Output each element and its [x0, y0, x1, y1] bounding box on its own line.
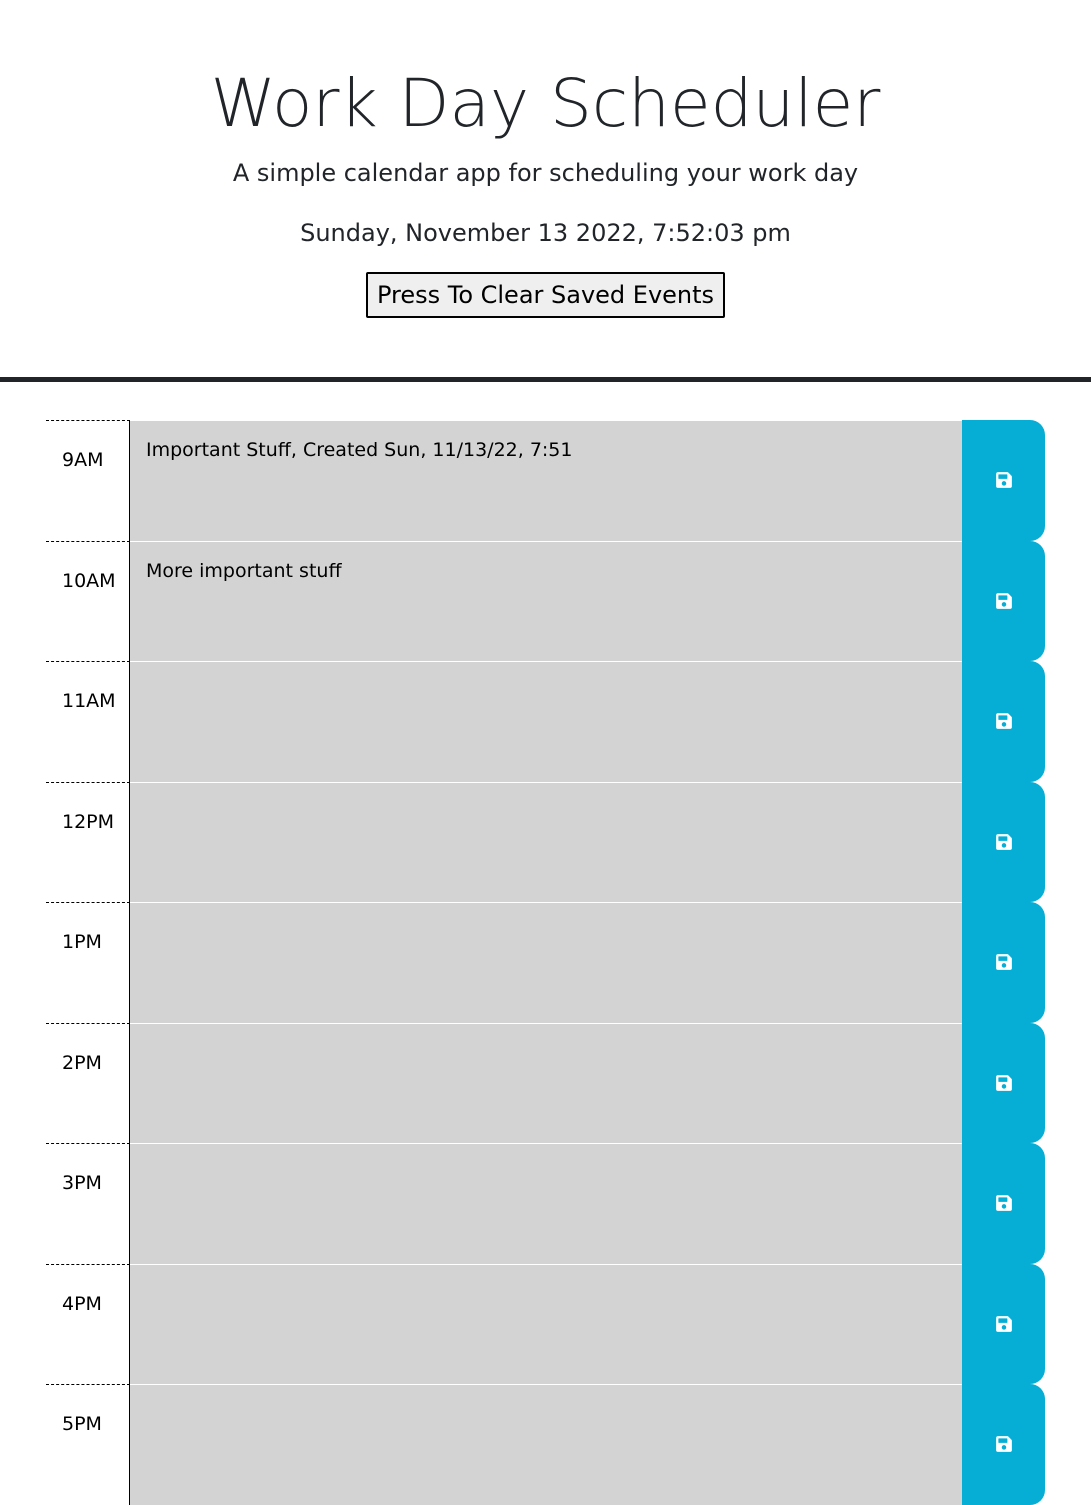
event-input[interactable]: [130, 1263, 962, 1384]
time-block: 2PM: [46, 1022, 1045, 1143]
hour-label: 2PM: [46, 1022, 130, 1143]
hour-label: 11AM: [46, 661, 130, 782]
floppy-disk-icon: [995, 1194, 1013, 1212]
save-button[interactable]: [962, 540, 1045, 661]
event-input[interactable]: [130, 661, 962, 782]
hour-label: 12PM: [46, 781, 130, 902]
current-day: Sunday, November 13 2022, 7:52:03 pm: [300, 219, 791, 247]
floppy-disk-icon: [995, 1315, 1013, 1333]
hour-label: 5PM: [46, 1384, 130, 1505]
time-block: 10AM More important stuff: [46, 540, 1045, 661]
floppy-disk-icon: [995, 471, 1013, 489]
page-title: Work Day Scheduler: [210, 65, 881, 142]
event-input[interactable]: [130, 902, 962, 1023]
hour-label: 10AM: [46, 540, 130, 661]
floppy-disk-icon: [995, 712, 1013, 730]
event-input[interactable]: [130, 1022, 962, 1143]
event-input[interactable]: [130, 1143, 962, 1264]
floppy-disk-icon: [995, 592, 1013, 610]
time-block: 5PM: [46, 1384, 1045, 1505]
clear-events-button[interactable]: Press To Clear Saved Events: [365, 272, 726, 318]
time-block: 11AM: [46, 661, 1045, 782]
save-button[interactable]: [962, 902, 1045, 1023]
event-input[interactable]: [130, 1384, 962, 1505]
time-block: 4PM: [46, 1263, 1045, 1384]
header: Work Day Scheduler A simple calendar app…: [0, 0, 1091, 382]
time-block: 1PM: [46, 902, 1045, 1023]
hour-label: 4PM: [46, 1263, 130, 1384]
hour-label: 9AM: [46, 420, 130, 541]
floppy-disk-icon: [995, 953, 1013, 971]
time-block: 3PM: [46, 1143, 1045, 1264]
schedule-container: 9AM Important Stuff, Created Sun, 11/13/…: [46, 420, 1045, 1505]
save-button[interactable]: [962, 1263, 1045, 1384]
floppy-disk-icon: [995, 1074, 1013, 1092]
time-block: 9AM Important Stuff, Created Sun, 11/13/…: [46, 420, 1045, 541]
save-button[interactable]: [962, 1022, 1045, 1143]
event-input[interactable]: [130, 781, 962, 902]
hour-label: 1PM: [46, 902, 130, 1023]
save-button[interactable]: [962, 661, 1045, 782]
time-block: 12PM: [46, 781, 1045, 902]
hour-label: 3PM: [46, 1143, 130, 1264]
save-button[interactable]: [962, 1384, 1045, 1505]
floppy-disk-icon: [995, 1435, 1013, 1453]
save-button[interactable]: [962, 1143, 1045, 1264]
save-button[interactable]: [962, 420, 1045, 541]
event-input[interactable]: More important stuff: [130, 540, 962, 661]
event-input[interactable]: Important Stuff, Created Sun, 11/13/22, …: [130, 420, 962, 541]
page-subtitle: A simple calendar app for scheduling you…: [232, 159, 859, 187]
save-button[interactable]: [962, 781, 1045, 902]
floppy-disk-icon: [995, 833, 1013, 851]
